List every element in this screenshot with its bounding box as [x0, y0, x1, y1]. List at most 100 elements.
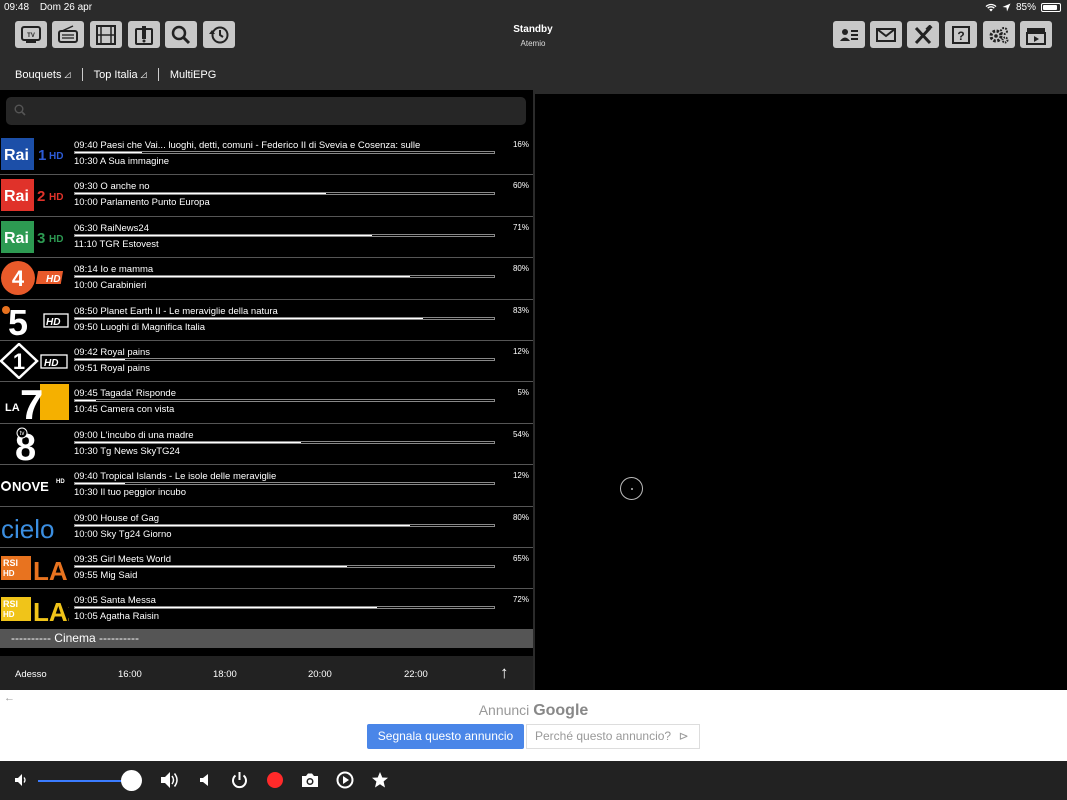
channel-row[interactable]: 1 HD 09:42 Royal pains 09:51 Royal pains … [0, 341, 533, 383]
event-progress-fill [75, 441, 302, 443]
video-player[interactable] [535, 94, 1067, 690]
channel-logo: 8 tv [0, 426, 69, 462]
timeline-slot[interactable]: 18:00 [213, 669, 237, 680]
page-subtitle: Atemio [520, 39, 546, 48]
power-icon[interactable] [231, 771, 248, 789]
tools-button[interactable] [907, 21, 939, 48]
channel-logo: NOVE HD [0, 467, 69, 503]
radio-button[interactable] [52, 21, 84, 48]
tv-button[interactable]: TV [15, 21, 47, 48]
pointer-cursor [620, 477, 643, 500]
channel-row[interactable]: 5 HD 08:50 Planet Earth II - Le meravigli… [0, 300, 533, 341]
bouquets-dropdown[interactable]: Bouquets ◿ [15, 69, 71, 81]
channel-row[interactable]: RSIHD LA1 09:35 Girl Meets World 09:55 Mi… [0, 548, 533, 590]
next-event: 09:55 Mig Said [74, 569, 138, 581]
control-bar [0, 761, 1067, 800]
channel-list: Rai 1 HD 09:40 Paesi che Vai... luoghi, de… [0, 134, 533, 631]
svg-text:7: 7 [20, 384, 43, 420]
movies-button[interactable] [90, 21, 122, 48]
svg-text:Rai: Rai [4, 147, 29, 164]
mute-icon[interactable] [199, 773, 211, 787]
progress-percent: 71% [512, 222, 529, 232]
top-italia-dropdown[interactable]: Top Italia ◿ [94, 69, 147, 81]
current-event: 09:42 Royal pains [74, 346, 151, 358]
search-input[interactable] [6, 97, 526, 125]
channel-row[interactable]: RSIHD LA2 09:05 Santa Messa 10:05 Agatha … [0, 589, 533, 631]
remote-button[interactable] [128, 21, 160, 48]
svg-text:2: 2 [37, 188, 45, 205]
star-icon[interactable] [371, 771, 389, 789]
breadcrumb: Bouquets ◿ Top Italia ◿ MultiEPG [15, 68, 216, 81]
report-ad-button[interactable]: Segnala questo annuncio [367, 724, 524, 749]
channel-logo: 1 HD [0, 342, 69, 379]
current-event: 06:30 RaiNews24 [74, 222, 149, 234]
history-icon [209, 26, 229, 43]
battery-level [1043, 5, 1057, 10]
svg-text:tv: tv [20, 431, 25, 437]
next-event: 10:30 Il tuo peggior incubo [74, 487, 186, 499]
svg-text:4: 4 [12, 266, 25, 291]
top-italia-label: Top Italia [93, 68, 138, 81]
channel-row[interactable]: NOVE HD 09:40 Tropical Islands - Le isole… [0, 465, 533, 507]
channel-row[interactable]: Rai 3 HD 06:30 RaiNews24 11:10 TGR Estoves… [0, 217, 533, 259]
channel-row[interactable]: 4 HD 08:14 Io e mamma 10:00 Carabinieri 8… [0, 258, 533, 300]
svg-text:Rai: Rai [4, 230, 29, 247]
settings-button[interactable] [983, 21, 1015, 48]
recordings-button[interactable] [1020, 21, 1052, 48]
search-button[interactable] [165, 21, 197, 48]
current-event: 09:30 O anche no [74, 181, 150, 193]
current-event: 09:45 Tagada' Risponde [74, 388, 176, 400]
event-progress-fill [75, 565, 348, 567]
battery-percent: 85% [1015, 2, 1036, 13]
event-progress-bar [74, 357, 495, 361]
arrow-up-icon[interactable]: ↑ [500, 663, 509, 683]
help-icon: ? [952, 25, 970, 44]
camera-icon[interactable] [301, 772, 319, 788]
status-bar: 09:48 Dom 26 apr 85% [0, 0, 1067, 16]
channel-row[interactable]: 8 tv 09:00 L'incubo di una madre 10:30 Tg… [0, 424, 533, 466]
svg-text:LA: LA [5, 402, 20, 414]
search-icon [14, 104, 26, 116]
next-event: 10:00 Sky Tg24 Giorno [74, 528, 172, 540]
event-progress-fill [75, 524, 411, 526]
wifi-icon [985, 3, 997, 12]
timeline-slot[interactable]: 20:00 [308, 669, 332, 680]
volume-high-icon[interactable] [160, 771, 180, 789]
svg-text:HD: HD [3, 610, 15, 619]
channel-row[interactable]: LA 7 09:45 Tagada' Risponde 10:45 Camera … [0, 382, 533, 424]
next-event: 10:00 Carabinieri [74, 280, 147, 292]
why-ad-label: Perché questo annuncio? [535, 729, 672, 743]
why-ad-button[interactable]: Perché questo annuncio? ⊳ [526, 724, 700, 749]
progress-percent: 83% [512, 305, 529, 315]
timeline-slot[interactable]: 16:00 [118, 669, 142, 680]
event-progress-fill [75, 276, 411, 278]
channel-row[interactable]: cielo 09:00 House of Gag 10:00 Sky Tg24 … [0, 507, 533, 548]
channel-logo: Rai 1 HD [0, 136, 69, 172]
contacts-button[interactable] [833, 21, 865, 48]
progress-percent: 12% [512, 471, 529, 481]
volume-low-icon[interactable] [14, 773, 28, 787]
multiepg-link[interactable]: MultiEPG [170, 69, 216, 81]
event-progress-fill [75, 358, 126, 360]
current-event: 09:35 Girl Meets World [74, 553, 171, 565]
timeline-bar: Adesso 16:00 18:00 20:00 22:00 ↑ [0, 656, 533, 690]
event-progress-bar [74, 275, 495, 279]
record-button[interactable] [267, 772, 283, 788]
timeline-now[interactable]: Adesso [15, 669, 47, 680]
svg-text:NOVE: NOVE [12, 479, 49, 494]
help-button[interactable]: ? [945, 21, 977, 48]
svg-text:HD: HD [56, 479, 65, 485]
timeline-slot[interactable]: 22:00 [404, 669, 428, 680]
event-progress-fill [75, 607, 377, 609]
play-icon[interactable] [336, 771, 354, 789]
volume-slider-handle[interactable] [120, 770, 142, 791]
progress-percent: 65% [512, 553, 529, 563]
section-header-cinema[interactable]: ---------- Cinema ---------- [0, 629, 533, 648]
channel-row[interactable]: Rai 2 HD 09:30 O anche no 10:00 Parlamento… [0, 175, 533, 217]
channel-logo: RSIHD LA2 [0, 591, 69, 627]
channel-row[interactable]: Rai 1 HD 09:40 Paesi che Vai... luoghi, de… [0, 134, 533, 176]
svg-text:LA2: LA2 [33, 597, 69, 627]
history-button[interactable] [203, 21, 235, 48]
svg-text:1: 1 [13, 349, 25, 374]
messages-button[interactable] [870, 21, 902, 48]
